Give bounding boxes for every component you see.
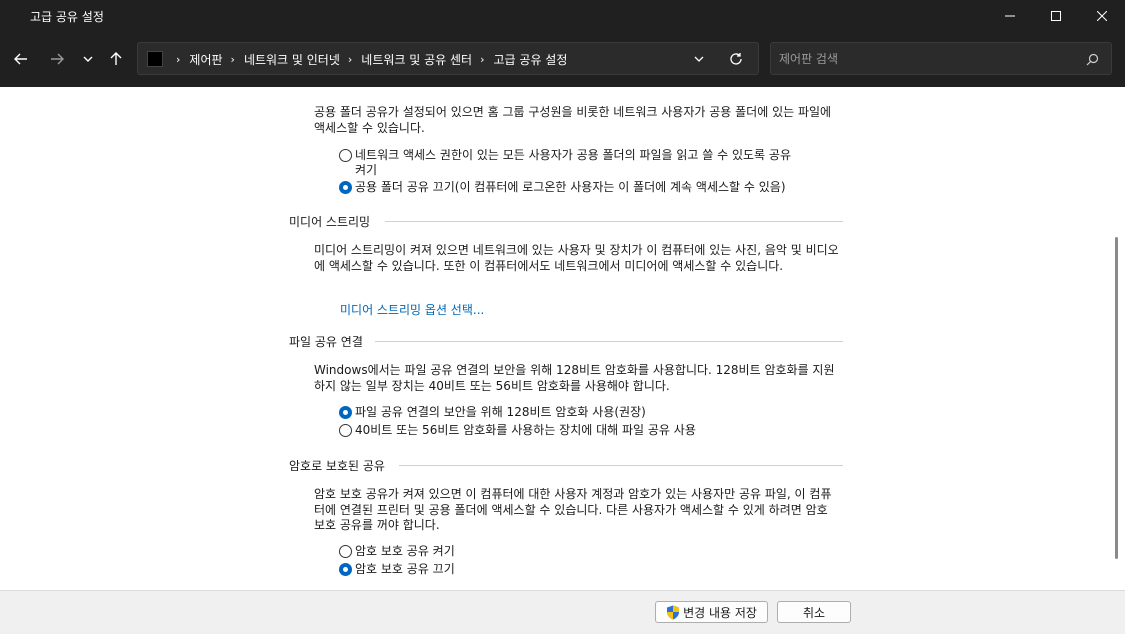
address-bar[interactable]: › 제어판 › 네트워크 및 인터넷 › 네트워크 및 공유 센터 › 고급 공… [137, 42, 759, 75]
section-divider [375, 341, 843, 342]
public-folder-description: 공용 폴더 공유가 설정되어 있으면 홈 그룹 구성원을 비롯한 네트워크 사용… [314, 105, 832, 135]
radio-button-selected[interactable] [339, 406, 352, 419]
media-streaming-description: 미디어 스트리밍이 켜져 있으면 네트워크에 있는 사용자 및 장치가 이 컴퓨… [314, 243, 839, 273]
breadcrumb-network-internet[interactable]: 네트워크 및 인터넷 [244, 51, 340, 68]
public-folder-on-label: 네트워크 액세스 권한이 있는 모든 사용자가 공용 폴더의 파일을 읽고 쓸 … [355, 148, 791, 177]
chevron-down-icon [694, 56, 704, 62]
up-button[interactable] [103, 46, 129, 72]
navigation-bar: › 제어판 › 네트워크 및 인터넷 › 네트워크 및 공유 센터 › 고급 공… [0, 32, 1125, 87]
radio-button[interactable] [339, 149, 352, 162]
refresh-button[interactable] [728, 51, 744, 67]
maximize-button[interactable] [1033, 0, 1079, 32]
recent-locations-button[interactable] [75, 46, 101, 72]
password-sharing-on-label: 암호 보호 공유 켜기 [355, 544, 455, 558]
settings-content: 공용 폴더 공유가 설정되어 있으면 홈 그룹 구성원을 비롯한 네트워크 사용… [0, 87, 1125, 590]
arrow-up-icon [110, 52, 122, 65]
footer-bar: 변경 내용 저장 취소 [0, 590, 1125, 634]
back-button[interactable] [8, 46, 34, 72]
breadcrumb-advanced-sharing[interactable]: 고급 공유 설정 [494, 51, 568, 68]
encryption-128-option[interactable]: 파일 공유 연결의 보안을 위해 128비트 암호화 사용(권장) [339, 405, 646, 420]
title-bar: 고급 공유 설정 [0, 0, 1125, 32]
refresh-icon [730, 53, 742, 65]
radio-button[interactable] [339, 545, 352, 558]
vertical-scrollbar[interactable] [1110, 87, 1125, 590]
password-sharing-header: 암호로 보호된 공유 [289, 457, 385, 474]
maximize-icon [1051, 11, 1061, 21]
chevron-right-icon: › [176, 53, 181, 66]
section-divider [385, 221, 843, 222]
password-sharing-on-option[interactable]: 암호 보호 공유 켜기 [339, 544, 455, 559]
file-sharing-title: 파일 공유 연결 [289, 335, 363, 349]
address-dropdown-button[interactable] [691, 51, 707, 67]
cancel-button[interactable]: 취소 [777, 601, 851, 623]
scrollbar-thumb[interactable] [1115, 237, 1118, 559]
arrow-left-icon [14, 53, 27, 65]
breadcrumb-control-panel[interactable]: 제어판 [189, 51, 222, 68]
password-sharing-off-option[interactable]: 암호 보호 공유 끄기 [339, 562, 455, 577]
chevron-right-icon[interactable]: › [348, 53, 352, 66]
password-sharing-description: 암호 보호 공유가 켜져 있으면 이 컴퓨터에 대한 사용자 계정과 암호가 있… [314, 487, 832, 532]
minimize-icon [1005, 15, 1015, 17]
close-button[interactable] [1079, 0, 1125, 32]
file-sharing-header: 파일 공유 연결 [289, 333, 363, 350]
uac-shield-icon [666, 605, 680, 620]
password-sharing-off-label: 암호 보호 공유 끄기 [355, 562, 455, 576]
arrow-right-icon [51, 53, 64, 65]
chevron-right-icon[interactable]: › [480, 53, 484, 66]
radio-button[interactable] [339, 424, 352, 437]
media-streaming-header: 미디어 스트리밍 [289, 213, 370, 230]
save-changes-button[interactable]: 변경 내용 저장 [655, 601, 768, 623]
public-folder-on-option[interactable]: 네트워크 액세스 권한이 있는 모든 사용자가 공용 폴더의 파일을 읽고 쓸 … [339, 148, 791, 178]
control-panel-icon [147, 51, 163, 67]
window-title: 고급 공유 설정 [30, 10, 104, 24]
radio-button-selected[interactable] [339, 563, 352, 576]
breadcrumb: › 제어판 › 네트워크 및 인터넷 › 네트워크 및 공유 센터 › 고급 공… [168, 51, 567, 68]
chevron-right-icon[interactable]: › [231, 53, 235, 66]
search-box[interactable] [770, 42, 1112, 75]
search-icon[interactable] [1084, 51, 1100, 67]
encryption-40-56-option[interactable]: 40비트 또는 56비트 암호화를 사용하는 장치에 대해 파일 공유 사용 [339, 423, 696, 438]
public-folder-off-option[interactable]: 공용 폴더 공유 끄기(이 컴퓨터에 로그온한 사용자는 이 폴더에 계속 액세… [339, 180, 786, 195]
section-divider [399, 465, 843, 466]
radio-button-selected[interactable] [339, 181, 352, 194]
save-changes-label: 변경 내용 저장 [683, 605, 757, 620]
media-streaming-title: 미디어 스트리밍 [289, 215, 371, 229]
file-sharing-description: Windows에서는 파일 공유 연결의 보안을 위해 128비트 암호화를 사… [314, 363, 835, 393]
public-folder-off-label: 공용 폴더 공유 끄기(이 컴퓨터에 로그온한 사용자는 이 폴더에 계속 액세… [355, 180, 786, 194]
minimize-button[interactable] [987, 0, 1033, 32]
encryption-128-label: 파일 공유 연결의 보안을 위해 128비트 암호화 사용(권장) [355, 405, 646, 419]
password-sharing-title: 암호로 보호된 공유 [289, 459, 385, 473]
search-input[interactable] [779, 49, 1079, 69]
encryption-40-56-label: 40비트 또는 56비트 암호화를 사용하는 장치에 대해 파일 공유 사용 [355, 423, 696, 437]
close-icon [1097, 11, 1107, 21]
media-streaming-options-link[interactable]: 미디어 스트리밍 옵션 선택... [340, 301, 484, 318]
chevron-down-icon [83, 56, 93, 62]
forward-button[interactable] [44, 46, 70, 72]
breadcrumb-network-sharing-center[interactable]: 네트워크 및 공유 센터 [361, 51, 472, 68]
